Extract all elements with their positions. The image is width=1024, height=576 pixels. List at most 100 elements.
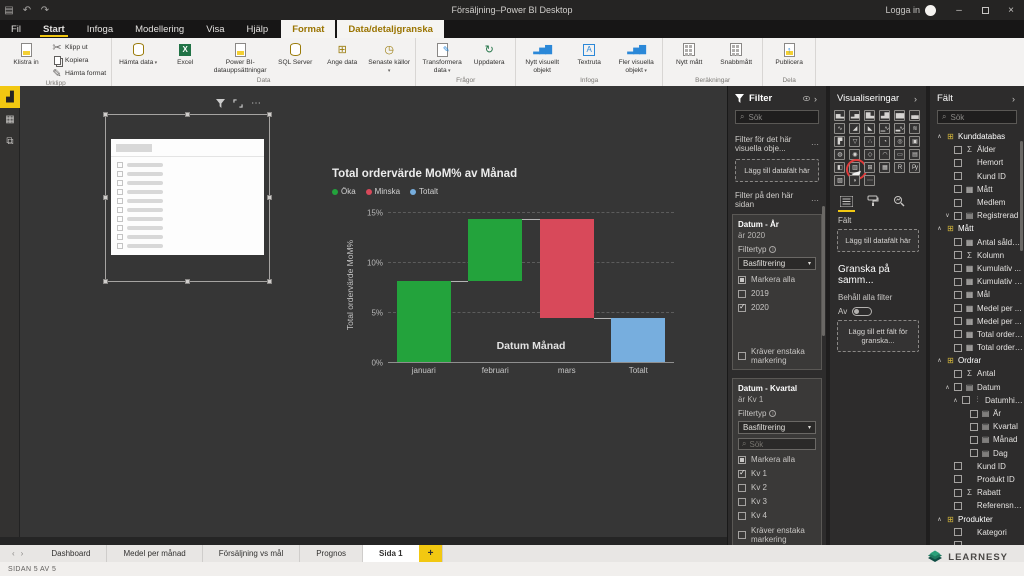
visual-filter-dropzone[interactable]: Lägg till datafält här	[735, 159, 819, 182]
add-page-button[interactable]: +	[419, 545, 444, 562]
stacked-bar-chart-icon[interactable]: ▅▂	[834, 110, 845, 121]
ribbon-button[interactable]: ▂▅▇Nytt visuellt objekt	[519, 40, 565, 74]
field-checkbox[interactable]	[954, 317, 962, 325]
card-icon[interactable]: ▭	[894, 149, 905, 160]
field-item[interactable]: ▦Kumulativ ...	[930, 262, 1024, 275]
ribbon-button[interactable]: ✎Transformera data ▾	[419, 40, 465, 74]
shape-map-icon[interactable]: ◇	[864, 149, 875, 160]
python-visual-icon[interactable]: Py	[909, 162, 920, 173]
field-checkbox[interactable]	[954, 304, 962, 312]
values-dropzone[interactable]: Lägg till datafält här	[837, 229, 919, 252]
filter-value-item[interactable]: Kv 2	[738, 483, 816, 492]
field-checkbox[interactable]	[954, 489, 962, 497]
field-item[interactable]: ▤Kvartal	[930, 420, 1024, 433]
resize-handle[interactable]	[103, 279, 108, 284]
menu-tab-contextual[interactable]: Format	[281, 20, 335, 38]
funnel-chart-icon[interactable]: ▽	[849, 136, 860, 147]
legend-item[interactable]: Totalt	[410, 187, 438, 196]
field-item[interactable]: ▦Total orderv...	[930, 341, 1024, 354]
resize-handle[interactable]	[267, 279, 272, 284]
waterfall-bar-februari[interactable]	[468, 219, 522, 281]
field-checkbox[interactable]	[954, 528, 962, 536]
ribbon-button[interactable]: ▂▅▇Fler visuella objekt ▾	[613, 40, 659, 74]
field-table-kunddatabas[interactable]: ∧⊞Kunddatabas	[930, 130, 1024, 143]
field-item[interactable]: ▦Total orderv...	[930, 328, 1024, 341]
section-more-options-icon[interactable]: ⋯	[811, 196, 819, 205]
field-item[interactable]: ∨▤Registrerad	[930, 209, 1024, 222]
filtertype-dropdown[interactable]: Basfiltrering▾	[738, 257, 816, 270]
field-item[interactable]: ΣRabatt	[930, 486, 1024, 499]
checkbox-checked[interactable]	[738, 470, 746, 478]
save-icon[interactable]: ▤	[0, 5, 18, 16]
ribbon-button[interactable]: ↑Publicera	[766, 40, 812, 67]
restore-button[interactable]	[972, 0, 998, 20]
slicer-icon[interactable]: ▥	[849, 162, 860, 173]
report-view-button[interactable]: ▟	[0, 86, 20, 108]
report-canvas[interactable]: ⋯ Total ordervärde MoM% a	[20, 86, 727, 537]
filter-value-item[interactable]: 2020	[738, 303, 816, 312]
field-item[interactable]: ▤Månad	[930, 433, 1024, 446]
menu-tab-start[interactable]: Start	[32, 20, 76, 38]
multi-row-card-icon[interactable]: ▤	[909, 149, 920, 160]
100-stacked-column-chart-icon[interactable]: ▄▄	[909, 110, 920, 121]
field-checkbox[interactable]	[954, 264, 962, 272]
stacked-area-chart-icon[interactable]: ◣	[864, 123, 875, 134]
menu-tab-infoga[interactable]: Infoga	[76, 20, 124, 38]
menu-tab-modellering[interactable]: Modellering	[124, 20, 195, 38]
field-checkbox[interactable]	[970, 436, 978, 444]
field-item[interactable]: ▤År	[930, 407, 1024, 420]
filter-icon[interactable]	[216, 99, 225, 108]
page-tab-försäljning-vs-mål[interactable]: Försäljning vs mål	[203, 545, 300, 562]
ribbon-button[interactable]: Kopiera	[50, 55, 108, 66]
fields-search-input[interactable]: ⌕ Sök	[937, 110, 1017, 124]
field-item[interactable]: ▦Mål	[930, 288, 1024, 301]
sign-in-button[interactable]: Logga in	[875, 5, 946, 16]
prev-page-icon[interactable]: ‹	[12, 549, 15, 558]
ribbon-button[interactable]: Hämta data ▾	[115, 40, 161, 67]
field-checkbox[interactable]	[954, 185, 962, 193]
field-checkbox[interactable]	[954, 291, 962, 299]
page-tab-sida-1[interactable]: Sida 1	[363, 545, 419, 562]
field-item[interactable]: Hemort	[930, 156, 1024, 169]
field-checkbox[interactable]	[954, 238, 962, 246]
gauge-icon[interactable]: ◠	[879, 149, 890, 160]
filter-value-item[interactable]: Kv 3	[738, 497, 816, 506]
field-checkbox[interactable]	[970, 410, 978, 418]
filter-search-input[interactable]: ⌕ Sök	[735, 110, 819, 124]
eye-icon[interactable]	[801, 95, 812, 102]
100-stacked-bar-chart-icon[interactable]: ▆▆	[894, 110, 905, 121]
field-checkbox[interactable]	[954, 212, 962, 220]
ribbon-button[interactable]: ✎Hämta format	[50, 68, 108, 79]
field-checkbox[interactable]	[954, 199, 962, 207]
model-view-button[interactable]: ⧉	[0, 130, 20, 152]
fields-pane-scrollbar[interactable]	[1020, 141, 1023, 251]
field-checkbox[interactable]	[954, 383, 962, 391]
resize-handle[interactable]	[185, 279, 190, 284]
collapse-pane-icon[interactable]: ›	[812, 94, 819, 104]
filter-card-search-input[interactable]: ⌕Sök	[738, 438, 816, 450]
field-checkbox[interactable]	[954, 172, 962, 180]
ribbon-button[interactable]: ✂Klipp ut	[50, 42, 108, 53]
filter-pane-scrollbar[interactable]	[822, 206, 825, 336]
legend-item[interactable]: Öka	[332, 187, 356, 196]
ribbon-chart-icon[interactable]: ≋	[909, 123, 920, 134]
field-item[interactable]: Referensnu...	[930, 499, 1024, 512]
collapse-icon[interactable]: ∧	[936, 357, 943, 364]
resize-handle[interactable]	[103, 112, 108, 117]
ribbon-button[interactable]: ↻Uppdatera	[466, 40, 512, 67]
table-icon[interactable]: ⊞	[864, 162, 875, 173]
checkbox-unchecked[interactable]	[738, 498, 746, 506]
ribbon-button[interactable]: ◷Senaste källor ▾	[366, 40, 412, 75]
menu-tab-fil[interactable]: Fil	[0, 20, 32, 38]
stacked-column-chart-icon[interactable]: ▂▅	[849, 110, 860, 121]
minimize-button[interactable]: –	[946, 0, 972, 20]
checkbox-unchecked[interactable]	[738, 512, 746, 520]
field-checkbox[interactable]	[954, 146, 962, 154]
matrix-icon[interactable]: ▦	[879, 162, 890, 173]
drillthrough-dropzone[interactable]: Lägg till ett fält för granska...	[837, 320, 919, 352]
field-item[interactable]: ΣÅlder	[930, 143, 1024, 156]
clustered-bar-chart-icon[interactable]: ▇▃	[864, 110, 875, 121]
ribbon-button[interactable]: ATextruta	[566, 40, 612, 67]
field-item[interactable]: Kategori	[930, 526, 1024, 539]
map-icon[interactable]: ◍	[834, 149, 845, 160]
